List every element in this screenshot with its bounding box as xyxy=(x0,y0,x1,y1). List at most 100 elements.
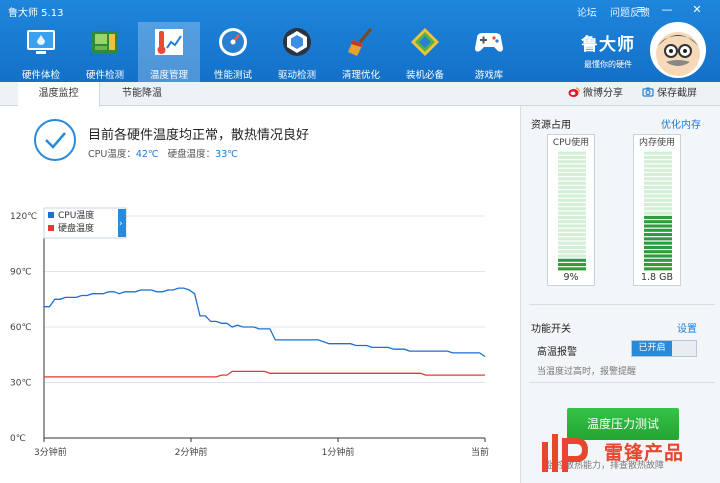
check-circle-icon xyxy=(34,119,76,161)
save-screenshot-button[interactable]: 保存截屏 xyxy=(642,82,697,106)
meter-segment-unlit xyxy=(644,203,672,207)
tool-label: 装机必备 xyxy=(405,70,444,81)
meter-segment-unlit xyxy=(558,160,586,164)
meter-segment-unlit xyxy=(558,151,586,155)
alarm-hint: 当温度过高时，报警提醒 xyxy=(537,367,637,377)
meter-segment-unlit xyxy=(558,220,586,224)
driver-icon xyxy=(283,28,311,56)
meter-segment-lit xyxy=(644,267,672,271)
meter-segment-lit xyxy=(644,228,672,232)
meter-segment-unlit xyxy=(644,190,672,194)
meter-segment-unlit xyxy=(558,250,586,254)
meter-segment-unlit xyxy=(644,177,672,181)
legend-swatch xyxy=(48,212,54,218)
tool-games[interactable]: 游戏库 xyxy=(458,22,520,82)
meter-segment-lit xyxy=(644,250,672,254)
toggle-on-state: 已开启 xyxy=(632,341,672,356)
tool-hardware-check[interactable]: 硬件体检 xyxy=(10,22,72,82)
header-bar: 鲁大师 5.13 论坛 问题反馈 ≡ — ✕ 硬件体检 硬件检测 温度管理 性能… xyxy=(0,0,720,82)
meter-segment-lit xyxy=(558,258,586,262)
side-panel: 资源占用 优化内存 CPU使用 9% 内存使用 1.8 GB 功能开关 设置 高… xyxy=(520,106,720,483)
tool-software[interactable]: 装机必备 xyxy=(394,22,456,82)
tool-label: 驱动检测 xyxy=(277,70,316,81)
forum-link[interactable]: 论坛 xyxy=(577,8,597,19)
meter-segment-lit xyxy=(644,254,672,258)
meter-segment-unlit xyxy=(644,173,672,177)
meter-segment-unlit xyxy=(558,224,586,228)
tool-label: 硬件体检 xyxy=(21,70,60,81)
save-screenshot-label: 保存截屏 xyxy=(657,88,697,99)
watermark-logo-icon xyxy=(542,434,588,472)
meter-segment-unlit xyxy=(558,185,586,189)
disk-temp-label: 硬盘温度： xyxy=(167,149,216,160)
gamepad-icon xyxy=(475,33,503,52)
minimize-button[interactable]: — xyxy=(658,2,676,18)
meter-segment-unlit xyxy=(558,155,586,159)
memory-usage-meter: 内存使用 1.8 GB xyxy=(633,134,681,286)
memory-meter-label: 内存使用 xyxy=(638,138,675,148)
tool-temperature[interactable]: 温度管理 xyxy=(138,22,200,82)
tool-label: 硬件检测 xyxy=(85,70,124,81)
meter-segment-lit xyxy=(558,267,586,271)
close-button[interactable]: ✕ xyxy=(688,2,706,18)
tool-hardware-detect[interactable]: 硬件检测 xyxy=(74,22,136,82)
y-tick-label: 120℃ xyxy=(10,212,37,222)
meter-segment-unlit xyxy=(644,185,672,189)
temperature-chart: 0℃ 30℃ 60℃ 90℃ 120℃ 3分钟前 2分钟前 1分钟前 当前 CPU温度硬盘温度 › xyxy=(10,207,489,458)
meter-segment-unlit xyxy=(558,241,586,245)
menu-icon[interactable]: ≡ xyxy=(632,2,650,18)
meter-segment-unlit xyxy=(558,254,586,258)
meter-segment-lit xyxy=(644,224,672,228)
legend-label: 硬盘温度 xyxy=(58,222,94,234)
meter-segment-unlit xyxy=(644,155,672,159)
weibo-share-label: 微博分享 xyxy=(583,88,623,99)
settings-link[interactable]: 设置 xyxy=(677,320,697,335)
watermark-text: 雷锋产品 xyxy=(604,442,685,464)
meter-segment-unlit xyxy=(644,168,672,172)
y-tick-label: 60℃ xyxy=(10,323,32,333)
meter-segment-unlit xyxy=(558,233,586,237)
meter-segment-lit xyxy=(644,220,672,224)
weibo-share-button[interactable]: 微博分享 xyxy=(568,82,623,106)
tab-temperature-monitor[interactable]: 温度监控 xyxy=(18,82,100,107)
meter-segment-lit xyxy=(644,245,672,249)
title-bar: 鲁大师 5.13 论坛 问题反馈 ≡ — ✕ xyxy=(0,0,720,22)
meter-segment-lit xyxy=(644,263,672,267)
memory-usage-value: 1.8 GB xyxy=(640,272,673,283)
meter-segment-unlit xyxy=(644,151,672,155)
weibo-icon xyxy=(568,87,580,97)
brand-block: 鲁大师 最懂你的硬件 xyxy=(568,22,648,82)
optimize-memory-link[interactable]: 优化内存 xyxy=(661,116,701,131)
x-tick-label: 2分钟前 xyxy=(175,446,208,458)
meter-segment-unlit xyxy=(644,211,672,215)
meter-segment-unlit xyxy=(558,198,586,202)
meter-segment-lit xyxy=(644,215,672,219)
tab-energy-saving[interactable]: 节能降温 xyxy=(100,82,184,106)
meter-segment-unlit xyxy=(558,237,586,241)
y-tick-label: 90℃ xyxy=(10,268,32,278)
x-tick-label: 1分钟前 xyxy=(322,446,355,458)
brand-slogan: 最懂你的硬件 xyxy=(584,60,632,69)
meter-segment-unlit xyxy=(644,194,672,198)
divider xyxy=(529,304,715,305)
cpu-usage-meter: CPU使用 9% xyxy=(547,134,595,286)
meter-segment-unlit xyxy=(558,245,586,249)
tool-label: 性能测试 xyxy=(213,70,252,81)
meter-segment-unlit xyxy=(644,207,672,211)
tool-cleanup[interactable]: 清理优化 xyxy=(330,22,392,82)
meter-segment-unlit xyxy=(558,203,586,207)
meter-segment-unlit xyxy=(558,177,586,181)
watermark: 雷锋产品 xyxy=(540,428,720,478)
meter-segment-unlit xyxy=(558,181,586,185)
meter-segment-lit xyxy=(644,258,672,262)
meter-segment-lit xyxy=(558,263,586,267)
performance-icon xyxy=(219,28,247,56)
memory-usage-bars xyxy=(644,151,672,271)
tool-label: 温度管理 xyxy=(149,70,188,81)
status-message: 目前各硬件温度均正常，散热情况良好 xyxy=(88,128,310,143)
tool-performance[interactable]: 性能测试 xyxy=(202,22,264,82)
broom-icon xyxy=(348,28,373,56)
meter-segment-lit xyxy=(644,241,672,245)
tool-driver[interactable]: 驱动检测 xyxy=(266,22,328,82)
high-temp-alarm-toggle[interactable]: 已开启 xyxy=(631,340,697,357)
